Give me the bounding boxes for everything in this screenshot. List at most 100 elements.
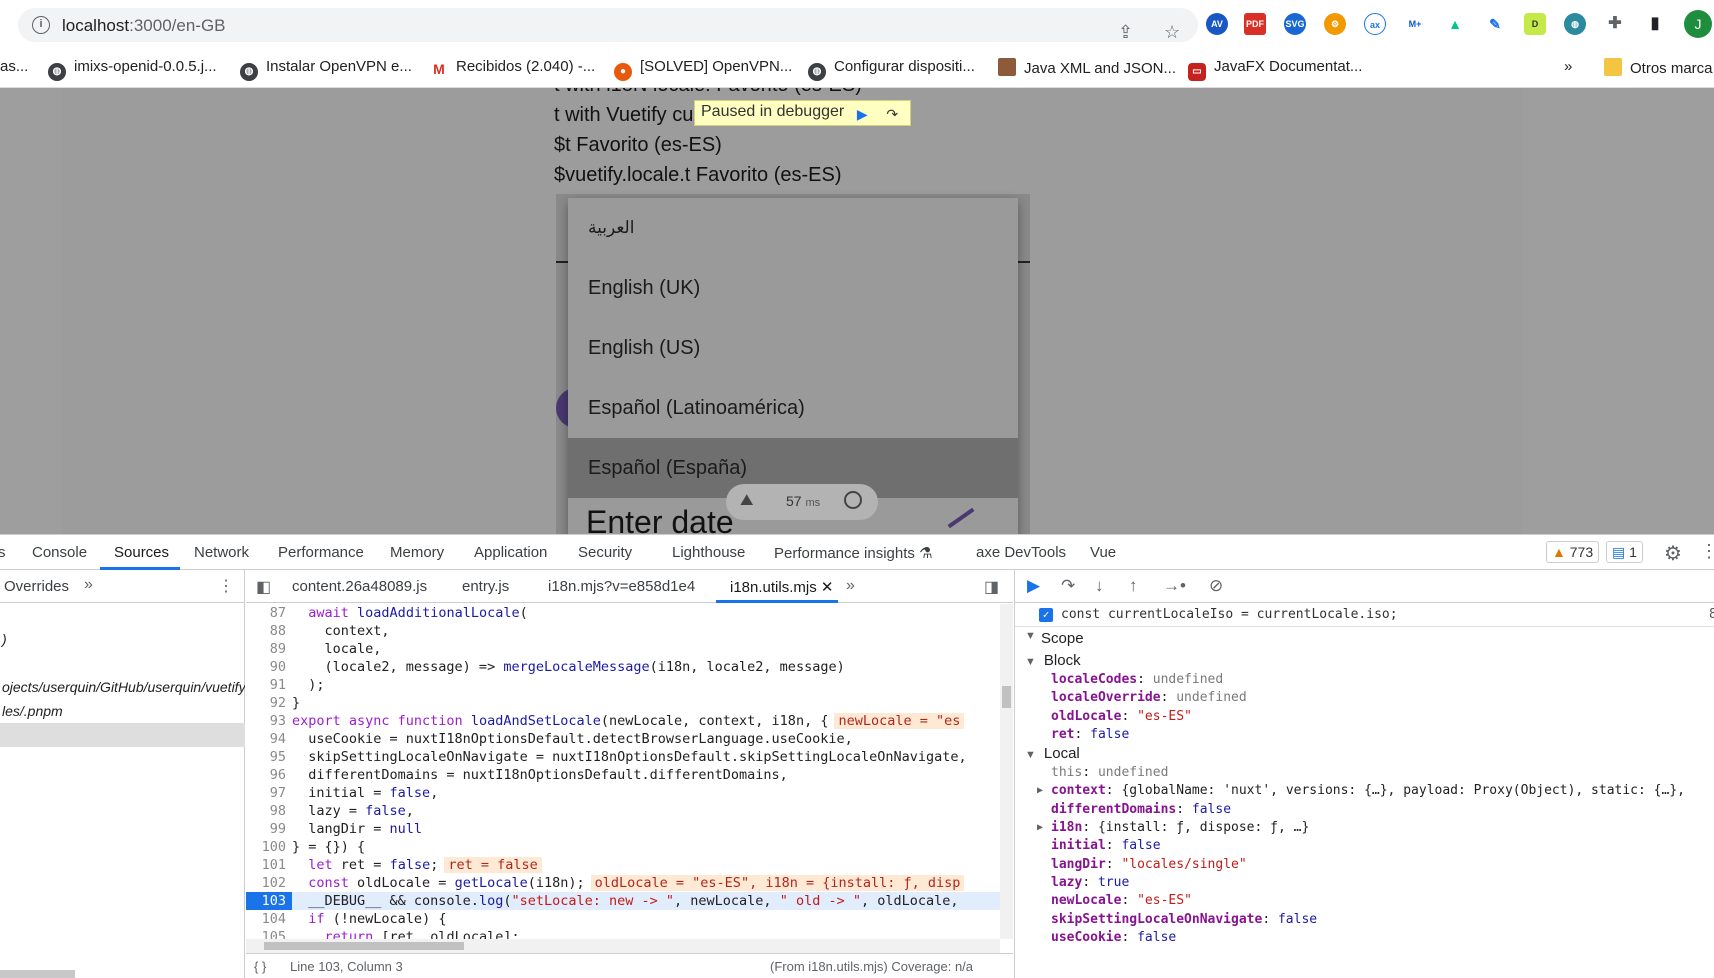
- profile-avatar[interactable]: J: [1684, 10, 1712, 38]
- tab-memory[interactable]: Memory: [390, 544, 444, 561]
- locale-option-es-419[interactable]: Español (Latinoamérica): [568, 378, 1018, 438]
- resume-icon[interactable]: ▶: [850, 106, 874, 128]
- extension-gear-icon[interactable]: ⚙: [1324, 13, 1346, 35]
- resume-icon[interactable]: ▶︎: [1027, 576, 1040, 596]
- share-icon[interactable]: ⇪: [1118, 22, 1133, 43]
- scope-variable[interactable]: lazy: true: [1015, 874, 1714, 892]
- scope-variable[interactable]: ret: false: [1015, 726, 1714, 744]
- scope-section-header[interactable]: ▼ Scope: [1015, 627, 1714, 651]
- tab-lighthouse[interactable]: Lighthouse: [672, 544, 745, 561]
- tab-performance-insights[interactable]: Performance insights ⚗: [774, 544, 933, 562]
- tab-security[interactable]: Security: [578, 544, 632, 561]
- settings-gear-icon[interactable]: ⚙: [1664, 541, 1682, 566]
- scope-variable[interactable]: newLocale: "es-ES": [1015, 892, 1714, 910]
- bookmark-item[interactable]: ◍ imixs-openid-0.0.5.j...: [48, 58, 217, 81]
- scope-variable[interactable]: skipSettingLocaleOnNavigate: false: [1015, 911, 1714, 929]
- bookmark-star-icon[interactable]: ☆: [1164, 22, 1180, 43]
- side-panel-icon[interactable]: ▮: [1644, 13, 1666, 35]
- extensions-puzzle-icon[interactable]: ✚: [1604, 13, 1626, 35]
- more-options-icon[interactable]: ⋮: [1700, 541, 1714, 562]
- source-code[interactable]: 87 await loadAdditionalLocale( 88 contex…: [246, 604, 1000, 939]
- tab-performance[interactable]: Performance: [278, 544, 364, 561]
- tree-item[interactable]: ): [0, 627, 245, 651]
- pretty-print-icon[interactable]: { }: [254, 959, 266, 974]
- scope-variable[interactable]: ▶ context: {globalName: 'nuxt', versions:…: [1015, 782, 1714, 800]
- breakpoint-checkbox[interactable]: ✓: [1039, 608, 1053, 622]
- extension-pen-icon[interactable]: ✎: [1484, 13, 1506, 35]
- scope-variable[interactable]: this: undefined: [1015, 764, 1714, 782]
- editor-tab[interactable]: entry.js: [462, 578, 509, 595]
- omnibox[interactable]: i localhost:3000/en-GB ⇪ ☆: [18, 8, 1198, 42]
- scope-variable[interactable]: langDir: "locales/single": [1015, 856, 1714, 874]
- extension-av-icon[interactable]: AV: [1206, 13, 1228, 35]
- warnings-badge[interactable]: ▲ 773: [1546, 541, 1600, 563]
- toggle-navigator-icon[interactable]: ◧: [256, 577, 271, 597]
- step-over-icon[interactable]: ↷: [1061, 576, 1075, 596]
- close-tab-icon[interactable]: ✕: [821, 579, 834, 596]
- tree-item[interactable]: ojects/userquin/GitHub/userquin/vuetify: [0, 675, 245, 699]
- tree-item[interactable]: [0, 651, 245, 675]
- scope-block-header[interactable]: ▼ Block: [1015, 651, 1714, 671]
- scope-variable[interactable]: ▶ i18n: {install: ƒ, dispose: ƒ, …}: [1015, 819, 1714, 837]
- scope-variable[interactable]: localeCodes: undefined: [1015, 671, 1714, 689]
- target-icon[interactable]: [844, 491, 862, 509]
- locale-option-en-gb[interactable]: English (UK): [568, 258, 1018, 318]
- tab-network[interactable]: Network: [194, 544, 249, 561]
- editor-vertical-scrollbar[interactable]: [1000, 604, 1013, 939]
- scope-variable[interactable]: localeOverride: undefined: [1015, 689, 1714, 707]
- tree-item[interactable]: les/.pnpm: [0, 699, 245, 723]
- tree-item[interactable]: [0, 603, 245, 627]
- bookmark-item[interactable]: Java XML and JSON...: [998, 58, 1176, 77]
- other-bookmarks-folder[interactable]: Otros marca: [1604, 58, 1713, 77]
- bookmarks-overflow-chevron[interactable]: »: [1564, 58, 1572, 75]
- nuxt-devtools-pill[interactable]: ⛰ 57 ms: [726, 484, 878, 520]
- step-out-icon[interactable]: ↑: [1129, 576, 1138, 596]
- scope-variable[interactable]: oldLocale: "es-ES": [1015, 708, 1714, 726]
- scope-variable[interactable]: differentDomains: false: [1015, 801, 1714, 819]
- extension-m-plus-icon[interactable]: M+: [1404, 13, 1426, 35]
- bookmark-item[interactable]: ◍ Instalar OpenVPN e...: [240, 58, 412, 81]
- editor-tab[interactable]: content.26a48089.js: [292, 578, 427, 595]
- step-icon[interactable]: →•: [1163, 576, 1186, 596]
- editor-tab[interactable]: i18n.mjs?v=e858d1e4: [548, 578, 695, 595]
- bookmark-item[interactable]: ● [SOLVED] OpenVPN...: [614, 58, 792, 81]
- more-tabs-chevron-icon[interactable]: »: [84, 576, 93, 594]
- collapsed-triangle-icon[interactable]: ▶: [1037, 782, 1043, 800]
- extension-d-icon[interactable]: D: [1524, 13, 1546, 35]
- extension-svg-icon[interactable]: SVG: [1284, 13, 1306, 35]
- tab-sources[interactable]: Sources: [114, 544, 169, 561]
- bookmark-item[interactable]: ◍ Configurar dispositi...: [808, 58, 975, 81]
- bookmark-item[interactable]: as...: [0, 58, 28, 75]
- scope-variable[interactable]: initial: false: [1015, 837, 1714, 855]
- locale-option-ar[interactable]: العربية: [568, 198, 1018, 258]
- step-into-icon[interactable]: ↓: [1095, 576, 1104, 596]
- toggle-debugger-icon[interactable]: ◨: [984, 577, 999, 597]
- site-info-icon[interactable]: i: [32, 16, 50, 34]
- tab-vue[interactable]: Vue: [1090, 544, 1116, 561]
- tree-item-selected[interactable]: [0, 723, 245, 747]
- navigator-menu-icon[interactable]: ⋮: [218, 576, 234, 596]
- step-over-icon[interactable]: ↷: [880, 106, 904, 128]
- tab-axe-devtools[interactable]: axe DevTools: [976, 544, 1066, 561]
- url-text[interactable]: localhost:3000/en-GB: [62, 16, 226, 36]
- navigator-scrollbar[interactable]: [0, 970, 75, 978]
- scope-local-header[interactable]: ▼ Local: [1015, 744, 1714, 764]
- extension-pdf-icon[interactable]: PDF: [1244, 13, 1266, 35]
- extension-globe-icon[interactable]: ◍: [1564, 13, 1586, 35]
- scope-variable[interactable]: useCookie: false: [1015, 929, 1714, 947]
- collapsed-triangle-icon[interactable]: ▶: [1037, 819, 1043, 837]
- issues-badge[interactable]: ▤ 1: [1606, 541, 1643, 563]
- tab-application[interactable]: Application: [474, 544, 547, 561]
- tab-console[interactable]: Console: [32, 544, 87, 561]
- tab-overrides[interactable]: Overrides: [4, 578, 69, 595]
- bookmark-item[interactable]: M Recibidos (2.040) -...: [430, 58, 595, 78]
- deactivate-breakpoints-icon[interactable]: ⊘: [1209, 576, 1223, 596]
- more-editor-tabs-chevron-icon[interactable]: »: [846, 577, 855, 595]
- editor-tab-active[interactable]: i18n.utils.mjs ✕: [730, 578, 833, 596]
- bookmark-item[interactable]: ▭ JavaFX Documentat...: [1188, 58, 1362, 81]
- extension-axe-icon[interactable]: ax: [1364, 13, 1386, 35]
- editor-horizontal-scrollbar[interactable]: [246, 939, 1000, 953]
- extension-nuxt-icon[interactable]: ▲: [1444, 13, 1466, 35]
- locale-option-en-us[interactable]: English (US): [568, 318, 1018, 378]
- breakpoint-item[interactable]: ✓ const currentLocaleIso = currentLocale…: [1015, 603, 1714, 627]
